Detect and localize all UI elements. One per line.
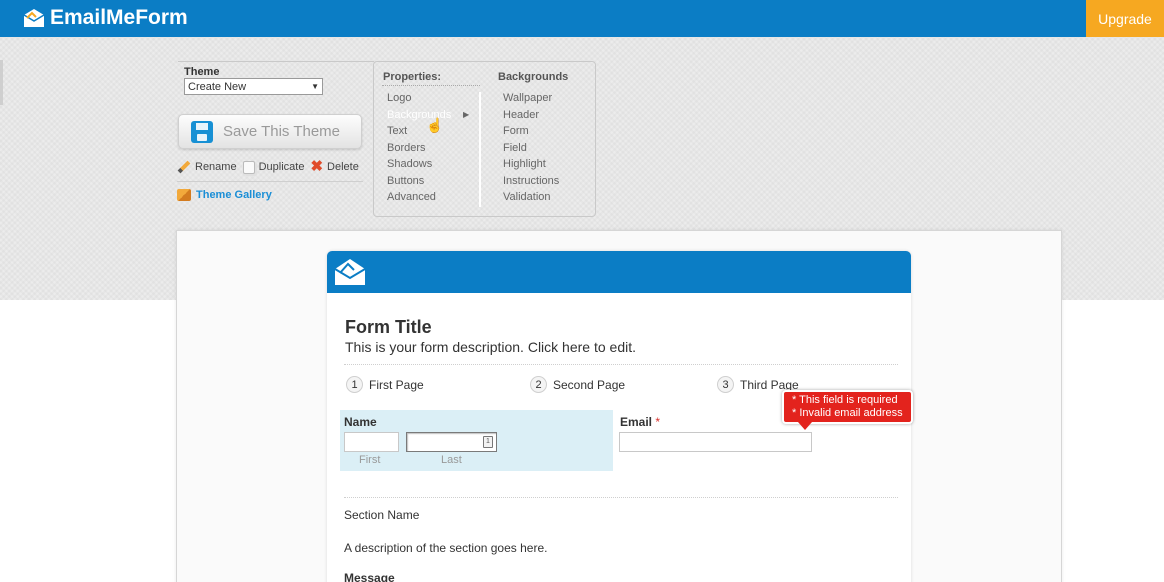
tooltip-pointer xyxy=(798,422,812,430)
step-number: 2 xyxy=(530,376,547,393)
backgrounds-title: Backgrounds xyxy=(498,71,569,83)
hand-cursor-icon: ☝ xyxy=(426,117,444,133)
rename-button[interactable]: Rename xyxy=(177,160,237,174)
dropdown-arrow-icon: ▼ xyxy=(311,82,319,91)
background-item-header[interactable]: Header xyxy=(503,108,559,125)
step-number: 3 xyxy=(717,376,734,393)
duplicate-icon xyxy=(242,160,255,174)
pencil-icon xyxy=(177,160,191,174)
save-theme-button[interactable]: Save This Theme xyxy=(178,114,362,149)
property-item-shadows[interactable]: Shadows xyxy=(387,157,451,174)
rename-label: Rename xyxy=(195,161,237,173)
form-header[interactable] xyxy=(327,251,911,293)
autofill-icon: 1 xyxy=(483,436,493,448)
left-edge-handle[interactable] xyxy=(0,60,3,105)
last-sublabel: Last xyxy=(441,454,462,466)
envelope-header-icon xyxy=(334,259,366,285)
step-label: Second Page xyxy=(553,377,626,392)
required-marker: * xyxy=(655,415,661,429)
email-input[interactable] xyxy=(619,432,812,452)
theme-gallery-link[interactable]: Theme Gallery xyxy=(177,189,272,201)
properties-list: Logo Backgrounds Text Borders Shadows Bu… xyxy=(387,91,451,207)
step-second-page[interactable]: 2 Second Page xyxy=(530,376,625,393)
step-first-page[interactable]: 1 First Page xyxy=(346,376,424,393)
submenu-arrow-icon: ▶ xyxy=(463,110,470,119)
duplicate-button[interactable]: Duplicate xyxy=(242,160,305,174)
theme-select-value: Create New xyxy=(188,80,247,93)
validation-error-tooltip: * This field is required * Invalid email… xyxy=(782,390,913,424)
actions-divider xyxy=(177,181,363,182)
background-item-wallpaper[interactable]: Wallpaper xyxy=(503,91,559,108)
property-item-borders[interactable]: Borders xyxy=(387,141,451,158)
save-theme-label: Save This Theme xyxy=(223,123,341,140)
first-name-input[interactable] xyxy=(344,432,399,452)
form-description[interactable]: This is your form description. Click her… xyxy=(345,339,636,355)
error-required: * This field is required xyxy=(792,394,898,406)
theme-actions: Rename Duplicate ✖ Delete xyxy=(177,159,359,175)
properties-title: Properties: xyxy=(383,71,442,83)
email-label: Email * xyxy=(620,415,660,429)
name-label: Name xyxy=(344,415,377,429)
error-invalid-email: * Invalid email address xyxy=(792,407,903,419)
envelope-logo-icon xyxy=(23,9,45,27)
background-item-validation[interactable]: Validation xyxy=(503,190,559,207)
email-label-text: Email xyxy=(620,415,653,429)
first-sublabel: First xyxy=(359,454,381,466)
gallery-icon xyxy=(177,189,191,201)
section-name[interactable]: Section Name xyxy=(344,508,419,522)
backgrounds-list: Wallpaper Header Form Field Highlight In… xyxy=(503,91,559,207)
message-label: Message xyxy=(344,571,395,582)
upgrade-button[interactable]: Upgrade xyxy=(1086,0,1164,37)
form-title[interactable]: Form Title xyxy=(345,317,432,338)
background-item-instructions[interactable]: Instructions xyxy=(503,174,559,191)
theme-select[interactable]: Create New ▼ xyxy=(184,78,323,95)
properties-underline xyxy=(382,85,480,86)
properties-divider xyxy=(479,92,481,207)
property-item-buttons[interactable]: Buttons xyxy=(387,174,451,191)
section-description[interactable]: A description of the section goes here. xyxy=(344,541,547,555)
property-item-logo[interactable]: Logo xyxy=(387,91,451,108)
top-bar: EmailMeForm Upgrade xyxy=(0,0,1164,37)
brand-logo[interactable]: EmailMeForm xyxy=(22,4,188,32)
property-item-advanced[interactable]: Advanced xyxy=(387,190,451,207)
brand-name: EmailMeForm xyxy=(50,6,188,29)
theme-label: Theme xyxy=(184,66,220,78)
duplicate-label: Duplicate xyxy=(258,161,305,173)
delete-button[interactable]: ✖ Delete xyxy=(310,158,359,175)
step-number: 1 xyxy=(346,376,363,393)
background-item-form[interactable]: Form xyxy=(503,124,559,141)
theme-gallery-label: Theme Gallery xyxy=(196,189,272,201)
floppy-disk-icon xyxy=(191,120,213,143)
form-divider xyxy=(344,364,898,365)
section-divider xyxy=(344,497,898,498)
background-item-highlight[interactable]: Highlight xyxy=(503,157,559,174)
step-label: First Page xyxy=(369,377,424,392)
background-item-field[interactable]: Field xyxy=(503,141,559,158)
delete-x-icon: ✖ xyxy=(310,158,324,175)
delete-label: Delete xyxy=(327,161,359,173)
